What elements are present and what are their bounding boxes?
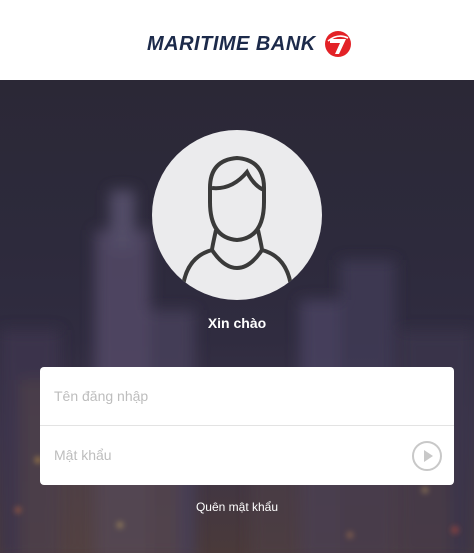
avatar	[152, 130, 322, 300]
username-input[interactable]	[52, 387, 386, 405]
app-header: MARITIME BANK	[0, 0, 474, 80]
greeting-text: Xin chào	[207, 315, 267, 331]
play-arrow-icon	[424, 450, 433, 462]
password-field[interactable]	[40, 426, 454, 484]
brand: MARITIME BANK	[147, 27, 352, 61]
maritime-bank-logo-icon	[324, 31, 351, 57]
login-screen: MARITIME BANK Xin chào Tên đăng nhập Quê…	[0, 0, 474, 553]
user-silhouette-icon	[180, 155, 294, 300]
login-submit-button[interactable]	[412, 441, 442, 471]
password-input[interactable]	[52, 446, 386, 464]
login-form	[40, 367, 454, 485]
forgot-password-link[interactable]: Quên mật khẩu	[0, 500, 474, 514]
brand-name: MARITIME BANK	[147, 32, 316, 55]
username-field[interactable]	[40, 367, 454, 425]
